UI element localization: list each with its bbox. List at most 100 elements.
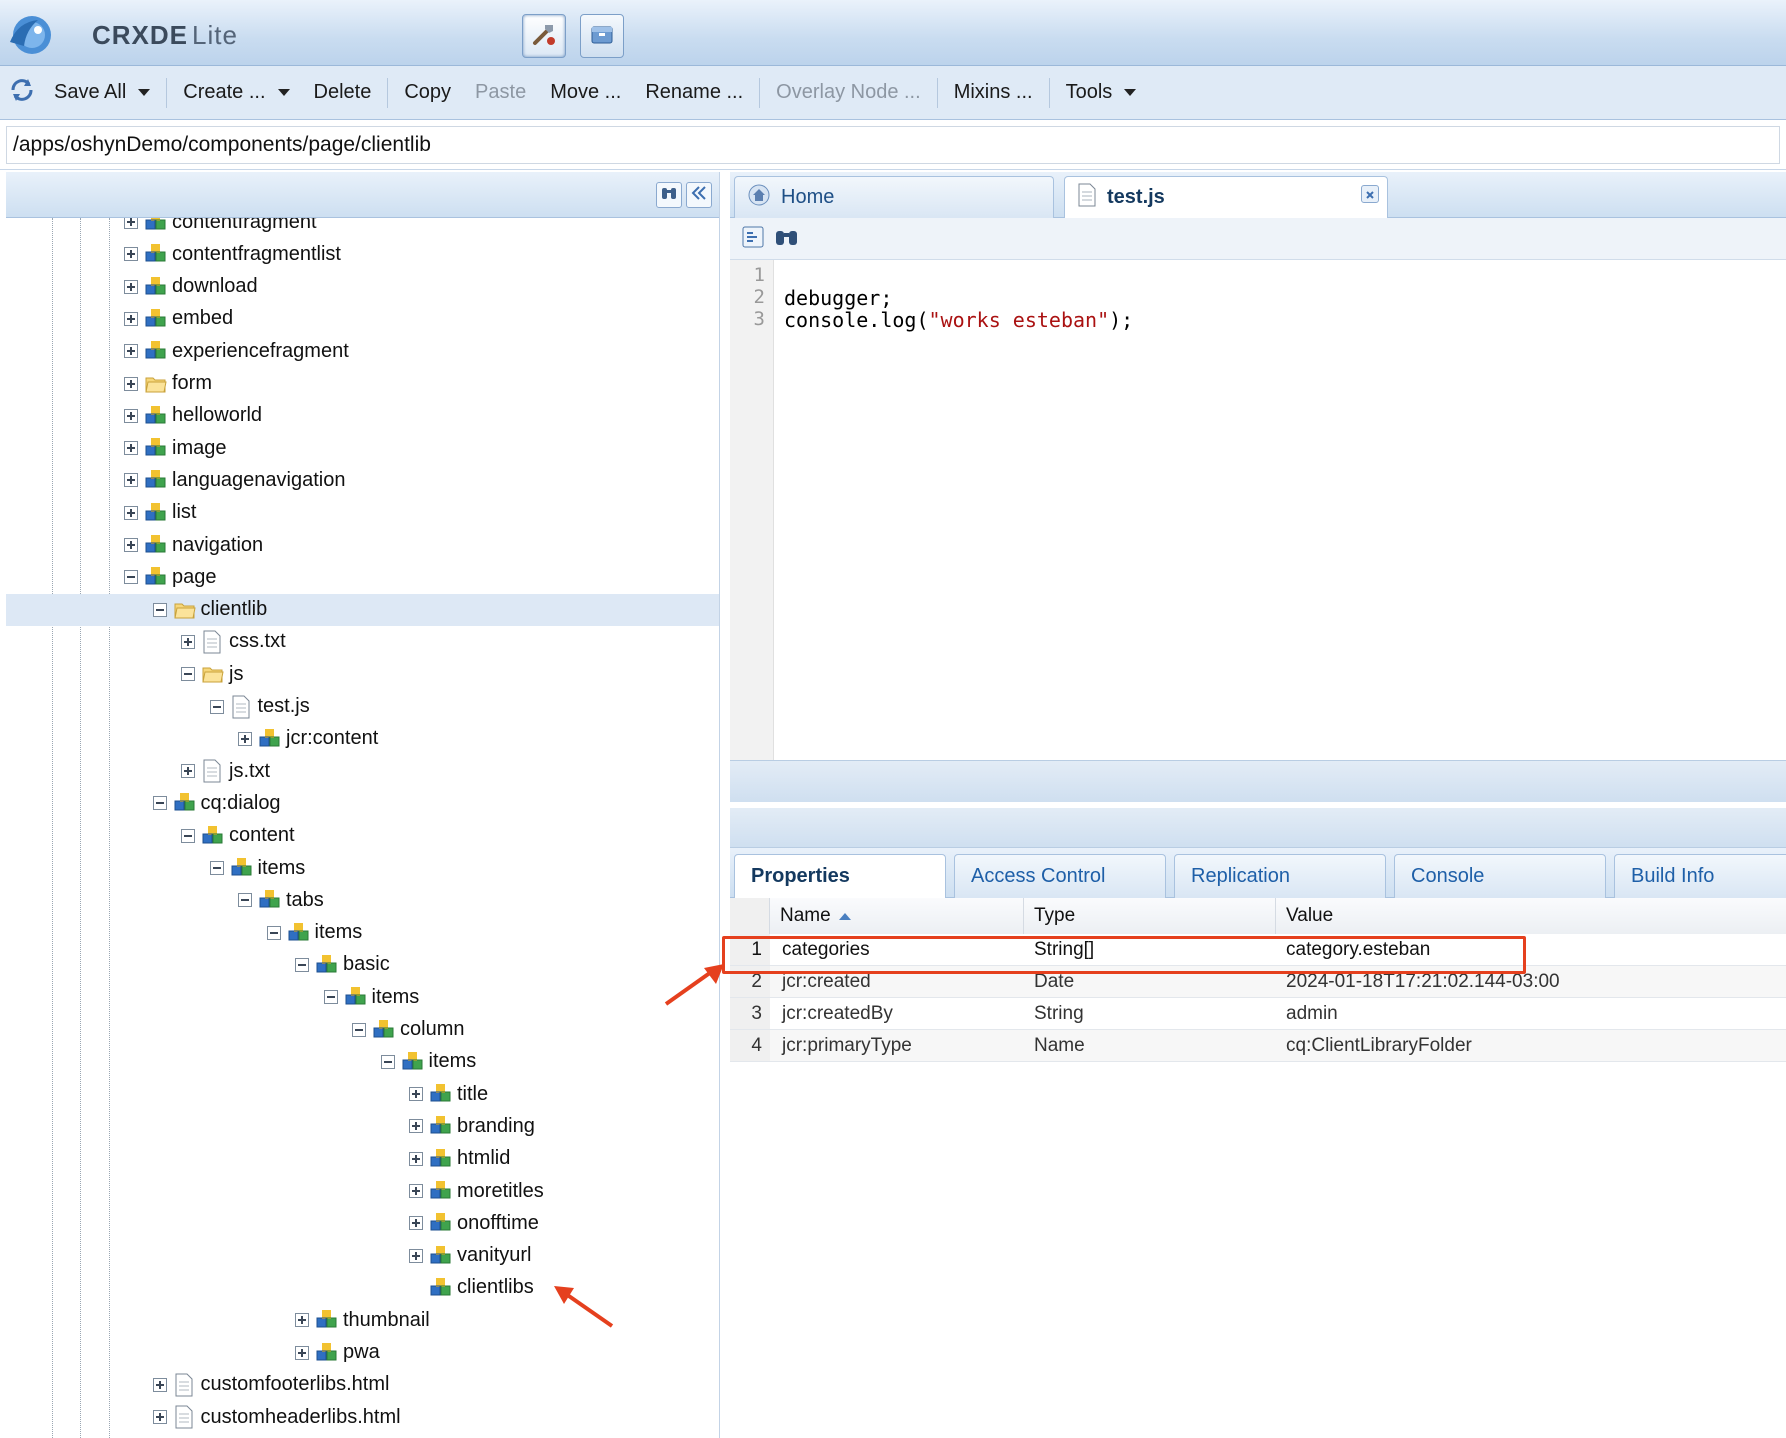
- tab-access-control[interactable]: Access Control: [954, 854, 1166, 898]
- tree-node[interactable]: items: [6, 852, 719, 884]
- overlay-node-button[interactable]: Overlay Node ...: [764, 73, 933, 113]
- tree-node[interactable]: items: [6, 1046, 719, 1078]
- paste-button[interactable]: Paste: [463, 73, 538, 113]
- find-button[interactable]: [656, 182, 682, 208]
- delete-button[interactable]: Delete: [302, 73, 384, 113]
- expand-icon[interactable]: [409, 1184, 423, 1198]
- expand-icon[interactable]: [124, 538, 138, 552]
- column-header-value[interactable]: Value: [1276, 898, 1786, 934]
- search-code-button[interactable]: [774, 226, 800, 252]
- expand-icon[interactable]: [409, 1119, 423, 1134]
- tree-node[interactable]: contentfragmentlist: [6, 238, 719, 270]
- expand-icon[interactable]: [124, 408, 138, 423]
- tree-node[interactable]: items: [6, 981, 719, 1013]
- tab-build-info[interactable]: Build Info: [1614, 854, 1786, 898]
- expand-icon[interactable]: [124, 218, 138, 229]
- collapse-icon[interactable]: [209, 861, 224, 875]
- move-button[interactable]: Move ...: [538, 73, 633, 113]
- tree-node[interactable]: image: [6, 432, 719, 464]
- column-header-type[interactable]: Type: [1024, 898, 1276, 934]
- expand-icon[interactable]: [238, 731, 252, 746]
- package-manager-button[interactable]: [580, 14, 624, 58]
- tree-node[interactable]: jcr:content: [6, 723, 719, 755]
- expand-icon[interactable]: [295, 1345, 309, 1360]
- expand-icon[interactable]: [124, 279, 138, 294]
- collapse-icon[interactable]: [266, 925, 281, 940]
- tree-node[interactable]: page: [6, 561, 719, 593]
- tree-node[interactable]: contentfragment: [6, 218, 719, 238]
- chevron-down-icon[interactable]: [1124, 89, 1137, 96]
- expand-icon[interactable]: [124, 505, 138, 520]
- expand-icon[interactable]: [295, 1313, 309, 1328]
- tree-node[interactable]: content: [6, 820, 719, 852]
- chevron-down-icon[interactable]: [138, 89, 151, 96]
- expand-icon[interactable]: [409, 1087, 423, 1102]
- tab-properties[interactable]: Properties: [734, 854, 946, 898]
- tree-node[interactable]: experiencefragment: [6, 335, 719, 367]
- collapse-icon[interactable]: [124, 570, 138, 585]
- tree-node[interactable]: test.js: [6, 691, 719, 723]
- collapse-panel-button[interactable]: [686, 182, 712, 208]
- copy-button[interactable]: Copy: [392, 73, 463, 113]
- collapse-icon[interactable]: [238, 893, 252, 908]
- code-editor[interactable]: 1 2 3 debugger; console.log("works esteb…: [730, 260, 1786, 760]
- tree-node[interactable]: branding: [6, 1110, 719, 1142]
- collapse-icon[interactable]: [209, 699, 224, 714]
- tree-node[interactable]: onofftime: [6, 1207, 719, 1239]
- table-row[interactable]: 3 jcr:createdBy String admin: [730, 998, 1786, 1030]
- expand-icon[interactable]: [124, 311, 138, 326]
- expand-icon[interactable]: [181, 764, 195, 779]
- rename-button[interactable]: Rename ...: [633, 73, 755, 113]
- tree-node[interactable]: js.txt: [6, 755, 719, 787]
- tree-node[interactable]: navigation: [6, 529, 719, 561]
- tree-node[interactable]: items: [6, 917, 719, 949]
- collapse-icon[interactable]: [152, 602, 167, 617]
- tree-node[interactable]: list: [6, 497, 719, 529]
- create-button[interactable]: Create ...: [171, 73, 301, 113]
- format-code-button[interactable]: [740, 226, 766, 252]
- chevron-down-icon[interactable]: [277, 89, 290, 96]
- close-tab-button[interactable]: [1361, 185, 1379, 203]
- tree-node[interactable]: form: [6, 368, 719, 400]
- tree-node[interactable]: moretitles: [6, 1175, 719, 1207]
- tree-node[interactable]: embed: [6, 303, 719, 335]
- expand-icon[interactable]: [181, 634, 195, 649]
- tree-node[interactable]: helloworld: [6, 400, 719, 432]
- tree-node[interactable]: column: [6, 1014, 719, 1046]
- expand-icon[interactable]: [409, 1216, 423, 1231]
- expand-icon[interactable]: [152, 1377, 167, 1392]
- tools-menu-button[interactable]: Tools: [1054, 73, 1149, 113]
- expand-icon[interactable]: [124, 344, 138, 359]
- table-row[interactable]: 4 jcr:primaryType Name cq:ClientLibraryF…: [730, 1030, 1786, 1062]
- expand-icon[interactable]: [124, 473, 138, 488]
- tree-node[interactable]: languagenavigation: [6, 464, 719, 496]
- collapse-icon[interactable]: [152, 796, 167, 811]
- expand-icon[interactable]: [409, 1248, 423, 1263]
- column-header-name[interactable]: Name: [770, 898, 1024, 934]
- tree-node[interactable]: htmlid: [6, 1143, 719, 1175]
- tree-node[interactable]: download: [6, 271, 719, 303]
- tree-node[interactable]: css.txt: [6, 626, 719, 658]
- collapse-icon[interactable]: [323, 990, 338, 1005]
- crxde-tools-button[interactable]: [522, 14, 566, 58]
- refresh-icon[interactable]: [8, 76, 36, 109]
- expand-icon[interactable]: [124, 247, 138, 262]
- expand-icon[interactable]: [124, 376, 138, 391]
- tab-home[interactable]: Home: [734, 176, 1054, 218]
- tree-node[interactable]: cq:dialog: [6, 787, 719, 819]
- collapse-icon[interactable]: [380, 1054, 395, 1069]
- tree-node[interactable]: js: [6, 658, 719, 690]
- tab-console[interactable]: Console: [1394, 854, 1606, 898]
- tree-node[interactable]: basic: [6, 949, 719, 981]
- expand-icon[interactable]: [409, 1151, 423, 1166]
- tree-node[interactable]: tabs: [6, 884, 719, 916]
- tree-node[interactable]: customheaderlibs.html: [6, 1401, 719, 1433]
- collapse-icon[interactable]: [295, 957, 309, 972]
- expand-icon[interactable]: [152, 1410, 167, 1425]
- tab-replication[interactable]: Replication: [1174, 854, 1386, 898]
- path-input[interactable]: [6, 126, 1780, 164]
- collapse-icon[interactable]: [352, 1022, 366, 1037]
- tree-node[interactable]: customfooterlibs.html: [6, 1369, 719, 1401]
- expand-icon[interactable]: [124, 441, 138, 456]
- tree-node[interactable]: vanityurl: [6, 1240, 719, 1272]
